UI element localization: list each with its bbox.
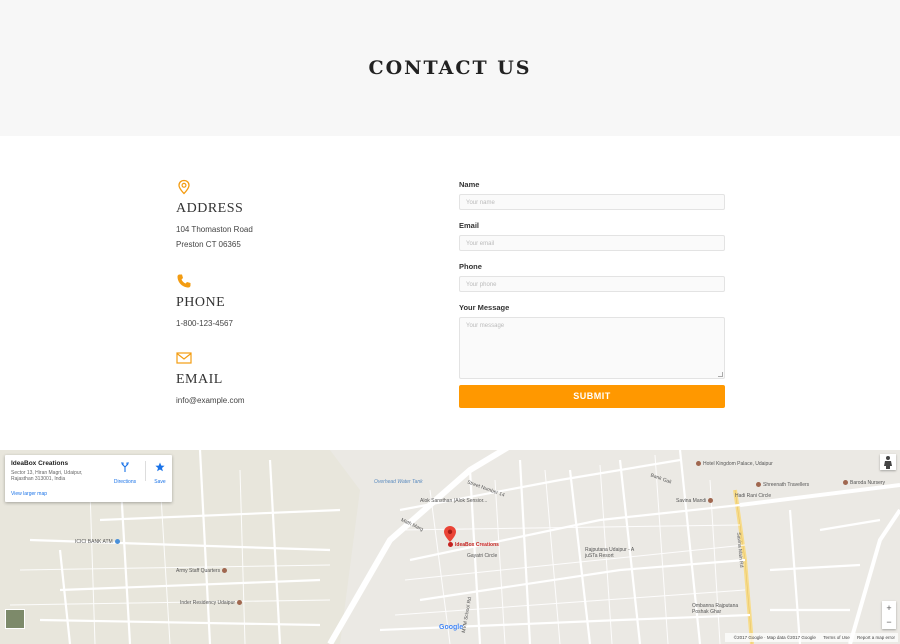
place-name: IdeaBox Creations [11, 460, 69, 467]
place-address: Sector 13, Hiran Magri, Udaipur, Rajasth… [11, 470, 83, 482]
map-copyright: ©2017 Google · Map data ©2017 Google [733, 635, 816, 640]
phone-number[interactable]: 1-800-123-4567 [176, 316, 233, 331]
directions-button[interactable]: Directions [110, 459, 140, 485]
street-view-pegman[interactable] [880, 454, 896, 470]
view-larger-map-link[interactable]: View larger map [11, 491, 47, 497]
map-label-icici[interactable]: ICICI BANK ATM [75, 539, 122, 545]
terms-link[interactable]: Terms of Use [823, 635, 850, 640]
hotel-inder-poi-icon [237, 600, 243, 606]
directions-icon [121, 462, 129, 472]
google-logo: Google [439, 624, 464, 631]
map-label-overhead[interactable]: Overhead Water Tank [374, 479, 423, 485]
army-poi-icon [222, 568, 228, 574]
travel-poi-icon [756, 482, 761, 488]
email-address[interactable]: info@example.com [176, 393, 245, 408]
name-label: Name [459, 180, 480, 189]
name-input[interactable]: Your name [459, 194, 725, 210]
map-label-inder[interactable]: Inder Residency Udaipur [180, 600, 244, 606]
directions-label: Directions [113, 479, 137, 485]
hero-band: CONTACT US [0, 0, 900, 136]
phone-heading: PHONE [176, 295, 226, 310]
submit-button[interactable]: SUBMIT [459, 385, 725, 408]
email-label: Email [459, 221, 480, 230]
zoom-out-button[interactable]: − [882, 615, 896, 629]
contact-form: Name Your name Email Your email Phone Yo… [459, 180, 725, 408]
save-label: Save [154, 479, 166, 485]
phone-block: PHONE 1-800-123-4567 [176, 273, 233, 331]
map-label-ideabox[interactable]: IdeaBox Creations [448, 542, 499, 548]
message-placeholder: Your message [466, 323, 505, 329]
email-input[interactable]: Your email [459, 235, 725, 251]
page-title: CONTACT US [368, 57, 532, 79]
location-pin-icon [178, 179, 190, 195]
hotel-poi-icon [696, 461, 701, 467]
resize-handle[interactable] [718, 372, 723, 377]
atm-poi-icon [114, 539, 120, 545]
zoom-control: + − [882, 601, 896, 629]
map-label-rajputana[interactable]: Rajputana Udaipur - A juSTa Resort [585, 547, 643, 559]
nursery-poi-icon [843, 480, 848, 486]
map-label-gayatri: Gayatri Circle [467, 553, 498, 559]
message-textarea[interactable]: Your message [459, 317, 725, 379]
address-line-1: 104 Thomaston Road [176, 225, 253, 234]
envelope-icon [176, 352, 192, 364]
phone-icon [177, 274, 191, 288]
star-icon [155, 462, 165, 472]
ideabox-poi-icon [448, 542, 453, 548]
email-block: EMAIL info@example.com [176, 350, 245, 408]
card-divider [145, 461, 146, 481]
market-poi-icon [708, 498, 714, 504]
pegman-icon [884, 456, 892, 469]
map-label-hadi-rani[interactable]: Hadi Rani Circle [735, 493, 771, 499]
phone-input[interactable]: Your phone [459, 276, 725, 292]
address-line-2: Preston CT 06365 [176, 240, 241, 249]
map-attribution: ©2017 Google · Map data ©2017 Google Ter… [724, 633, 898, 642]
save-button[interactable]: Save [150, 459, 170, 485]
address-heading: ADDRESS [176, 201, 244, 216]
address-block: ADDRESS 104 Thomaston Road Preston CT 06… [176, 179, 253, 252]
map-label-travellers[interactable]: Shreenath Travellers [756, 482, 809, 488]
map-label-army[interactable]: Army Staff Quarters [176, 568, 229, 574]
message-label: Your Message [459, 303, 510, 312]
report-error-link[interactable]: Report a map error [857, 635, 895, 640]
map-label-nursery[interactable]: Baroda Nursery [843, 480, 885, 486]
map-marker-icon[interactable] [444, 526, 456, 542]
satellite-toggle[interactable] [5, 609, 25, 629]
phone-label: Phone [459, 262, 482, 271]
map-label-hotel[interactable]: Hotel Kingdom Palace, Udaipur [696, 461, 773, 467]
email-heading: EMAIL [176, 372, 223, 387]
map-place-card: IdeaBox Creations Sector 13, Hiran Magri… [5, 455, 172, 502]
zoom-in-button[interactable]: + [882, 601, 896, 615]
map-label-alok[interactable]: Alok Sansthan (Alok Sensior... [420, 498, 487, 504]
map-label-savina[interactable]: Savina Mandi [676, 498, 715, 504]
map-label-ombanna[interactable]: Ombanna Rajputana Poshak Ghar [692, 603, 754, 615]
